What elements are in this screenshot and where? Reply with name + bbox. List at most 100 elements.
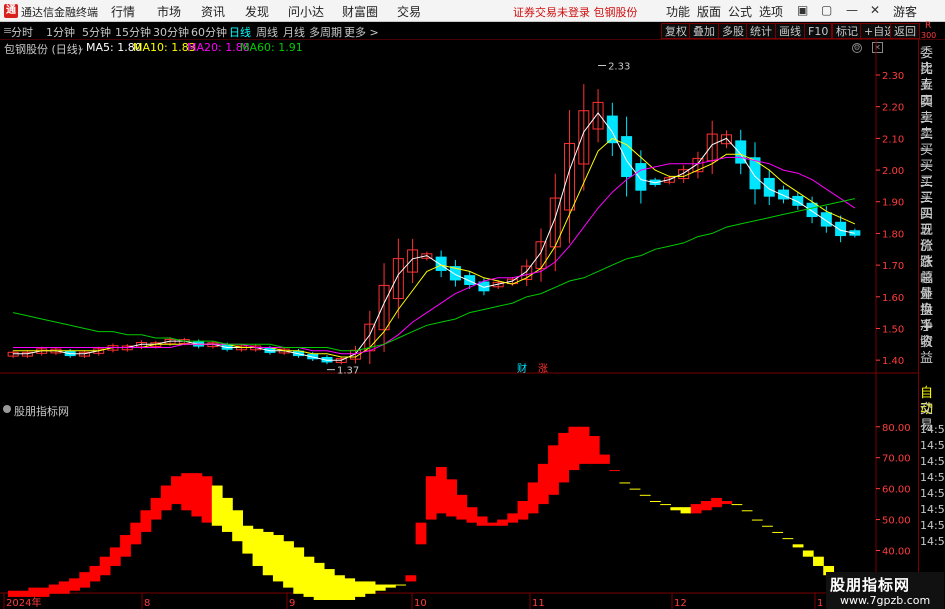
indicator-bar xyxy=(650,501,661,502)
price-tick-label: 1.60 xyxy=(882,293,904,304)
indicator-bar xyxy=(731,504,743,506)
close-icon[interactable]: ✕ xyxy=(870,3,880,17)
indicator-bar xyxy=(395,584,407,586)
menu-hangqing[interactable]: 行情 xyxy=(111,3,135,20)
minimize-icon[interactable]: ▢ xyxy=(821,3,832,17)
menu-wenxiaoda[interactable]: 问小达 xyxy=(288,3,324,20)
period-more[interactable]: 更多 > xyxy=(344,24,379,40)
period-fenshi[interactable]: 分时 xyxy=(11,24,33,40)
draw-line-button[interactable]: 画线 xyxy=(775,23,805,39)
indicator-bar xyxy=(548,445,559,495)
trade-login-notice[interactable]: 证券交易未登录 包钢股份 xyxy=(513,4,638,20)
indicator-tick-label: 60.00 xyxy=(882,485,911,496)
menu-caifuquan[interactable]: 财富圈 xyxy=(342,3,378,20)
indicator-bar xyxy=(191,473,203,517)
chart-area[interactable]: 2.33 1.37 2.30 2.20 2.10 2.00 1.90 1.80 1.70 1.6… xyxy=(0,40,918,609)
indicator-tick-label: 40.00 xyxy=(882,547,911,558)
tick-time: 14:5 xyxy=(920,471,945,484)
indicator-bar xyxy=(69,578,80,591)
candle-body xyxy=(635,163,647,191)
indicator-bar xyxy=(252,528,264,566)
back-button[interactable]: 返回 xyxy=(890,23,920,39)
menu-gongshi[interactable]: 公式 xyxy=(728,3,752,20)
overlay-button[interactable]: 叠加 xyxy=(689,23,719,39)
indicator-bar xyxy=(28,587,40,597)
indicator-bar xyxy=(374,584,386,591)
indicator-bar xyxy=(497,519,508,526)
period-weekly[interactable]: 周线 xyxy=(256,24,278,40)
price-tick-label: 1.40 xyxy=(882,356,904,367)
menu-zixun[interactable]: 资讯 xyxy=(201,3,225,20)
indicator-tick-label: 70.00 xyxy=(882,454,911,465)
indicator-bar xyxy=(588,436,600,464)
minimize-button-icon[interactable]: — xyxy=(846,3,858,17)
indicator-bar xyxy=(486,522,498,526)
price-tick-label: 1.80 xyxy=(882,229,904,240)
menu-banmian[interactable]: 版面 xyxy=(697,3,721,20)
tick-time: 14:5 xyxy=(920,439,945,452)
indicator-bar xyxy=(211,485,223,526)
limit-up-badge[interactable]: 涨 xyxy=(538,360,548,375)
title-bar: 通 通达信金融终端 行情 市场 资讯 发现 问小达 财富圈 交易 证券交易未登录… xyxy=(0,0,945,22)
indicator-bar xyxy=(242,525,254,554)
period-toolbar: ≡ 分时 1分钟 5分钟 15分钟 30分钟 60分钟 日线 周线 月线 多周期… xyxy=(0,22,945,40)
period-multi[interactable]: 多周期 xyxy=(309,24,342,40)
candle-layer xyxy=(7,84,861,365)
finance-badge[interactable]: 财 xyxy=(517,360,527,375)
indicator-bar xyxy=(89,565,101,582)
candle-body xyxy=(464,275,476,285)
indicator-bar xyxy=(364,581,376,594)
indicator-bar xyxy=(8,590,19,597)
indicator-bar xyxy=(140,510,152,532)
date-tick-label: 1 xyxy=(817,598,823,609)
period-30min[interactable]: 30分钟 xyxy=(153,24,189,40)
indicator-bar xyxy=(109,547,121,566)
mark-button[interactable]: 标记 xyxy=(832,23,862,39)
period-5min[interactable]: 5分钟 xyxy=(82,24,111,40)
indicator-bar xyxy=(558,432,570,483)
indicator-bar xyxy=(415,522,427,545)
indicator-bar xyxy=(425,476,437,520)
indicator-bar xyxy=(313,562,325,600)
indicator-bar xyxy=(813,556,824,566)
date-tick-label: 2024年 xyxy=(6,596,41,609)
tick-time: 14:5 xyxy=(920,535,945,548)
fuquan-button[interactable]: 复权 xyxy=(661,23,691,39)
multi-stock-button[interactable]: 多股 xyxy=(718,23,748,39)
period-60min[interactable]: 60分钟 xyxy=(191,24,227,40)
period-monthly[interactable]: 月线 xyxy=(283,24,305,40)
extreme-label: 2.33 xyxy=(608,62,630,73)
panel-header-r: R xyxy=(925,21,932,31)
indicator-bar xyxy=(405,575,417,582)
period-1min[interactable]: 1分钟 xyxy=(46,24,75,40)
app-logo-icon: 通 xyxy=(4,4,18,18)
candle-body xyxy=(435,256,447,271)
period-15min[interactable]: 15分钟 xyxy=(115,24,151,40)
period-daily[interactable]: 日线 xyxy=(229,24,251,40)
watermark: 股朋指标网 www.7gpzb.com xyxy=(826,572,944,609)
indicator-axis: 80.0070.0060.0050.0040.0030.00 xyxy=(876,423,911,588)
indicator-bar xyxy=(792,544,804,548)
ma-line-ma20 xyxy=(13,156,856,355)
indicator-bar xyxy=(232,510,243,542)
candle-body xyxy=(778,189,790,200)
menu-gongneng[interactable]: 功能 xyxy=(666,3,690,20)
indicator-settings-icon[interactable] xyxy=(3,405,11,413)
f10-button[interactable]: F10 xyxy=(804,23,833,39)
menu-shichang[interactable]: 市场 xyxy=(157,3,181,20)
candle-body xyxy=(806,202,818,218)
indicator-bar xyxy=(344,578,356,600)
price-tick-label: 2.20 xyxy=(882,103,904,114)
menu-faxian[interactable]: 发现 xyxy=(245,3,269,20)
guest-login[interactable]: 游客 xyxy=(893,3,917,20)
indicator-title: 股朋指标网 xyxy=(14,405,69,418)
menu-xuanxiang[interactable]: 选项 xyxy=(759,3,783,20)
menu-jiaoyi[interactable]: 交易 xyxy=(397,3,421,20)
indicator-bar xyxy=(609,470,621,472)
stats-button[interactable]: 统计 xyxy=(746,23,776,39)
skin-icon[interactable]: ▣ xyxy=(797,3,808,17)
indicator-bar xyxy=(721,501,733,505)
indicator-bar xyxy=(48,584,60,594)
tick-time: 14:5 xyxy=(920,487,945,500)
tick-time: 14:5 xyxy=(920,423,945,436)
